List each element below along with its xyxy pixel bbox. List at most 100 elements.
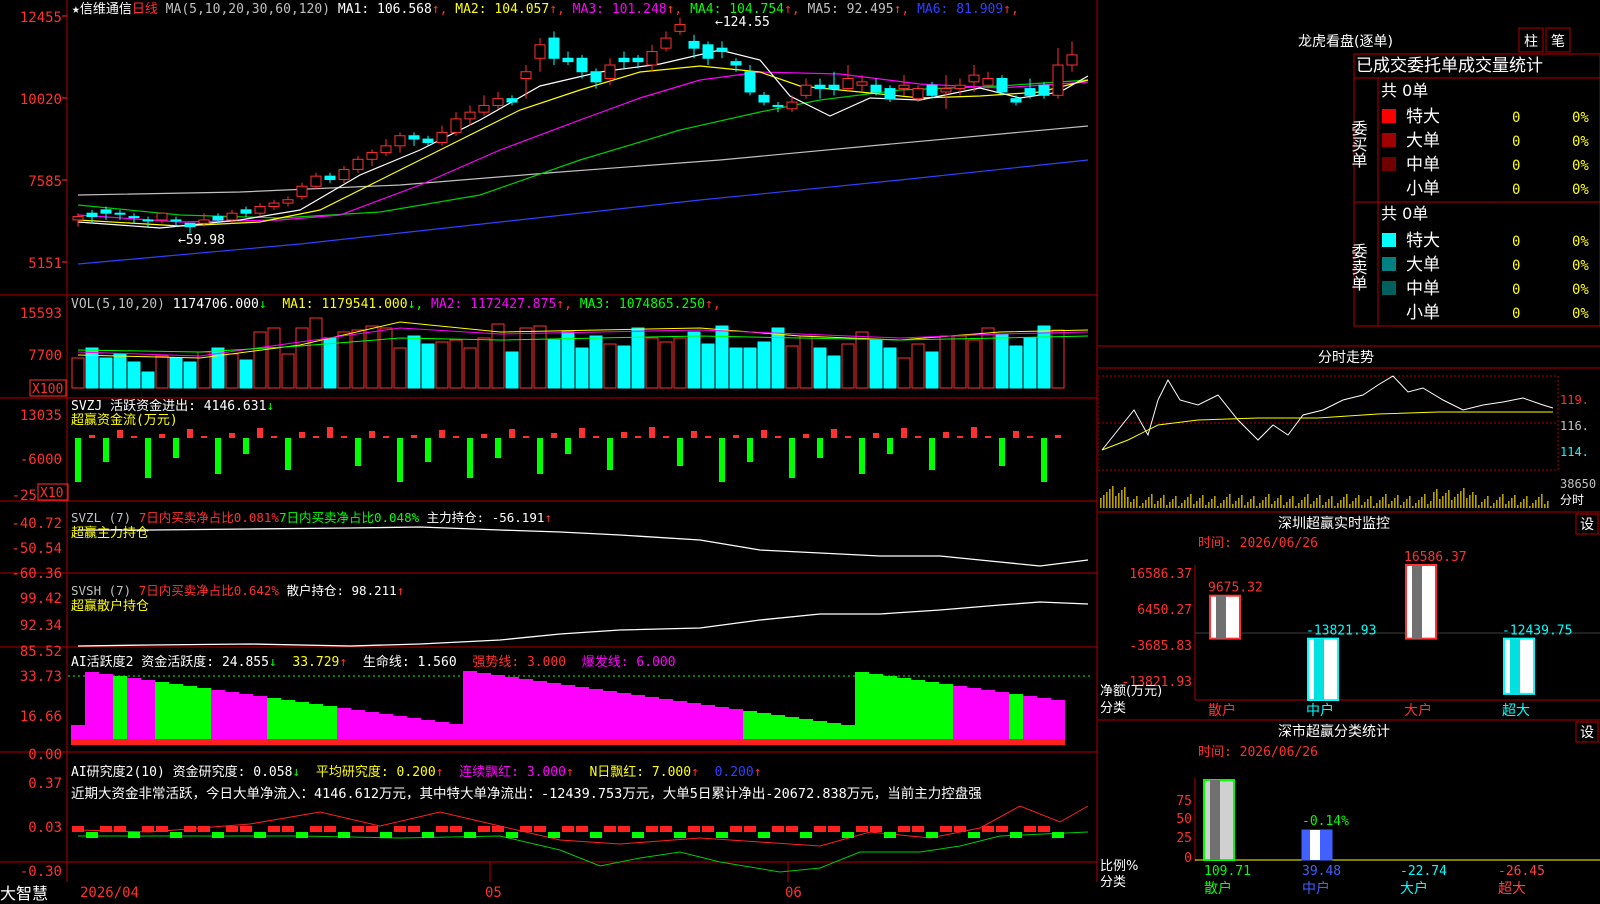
sz-monitor-bar-shade (1510, 638, 1520, 694)
order-color-swatch (1382, 281, 1396, 295)
candle-body (870, 84, 882, 93)
volume-bar (435, 341, 449, 389)
volume-bar (309, 317, 323, 389)
minute-volume-bar (1280, 495, 1282, 508)
candle-body (618, 57, 630, 63)
volume-bar (267, 327, 281, 389)
volume-bar (127, 361, 141, 389)
sz-monitor-category: 散户 (1208, 702, 1236, 719)
ai-research-bar (310, 826, 322, 832)
ai-research-bar (534, 826, 546, 832)
ai-activity-bar (505, 677, 519, 745)
ai-activity-base (267, 739, 281, 745)
minute-volume-bar (1451, 500, 1453, 508)
minute-volume-bar (1247, 502, 1249, 508)
minute-volume-bar (1265, 497, 1267, 508)
ai-res-tick: 0.03 (28, 820, 62, 836)
ai-activity-base (519, 739, 533, 745)
ai-act-tick: 16.66 (20, 709, 62, 725)
ai-activity-bar (253, 696, 267, 745)
candle-body (1024, 88, 1036, 96)
sz-class-xlabel: 分类 (1100, 875, 1126, 890)
ai-research-bar (968, 832, 980, 838)
ai-research-bar (338, 832, 350, 838)
volume-bar (407, 335, 421, 389)
volume-bar (827, 355, 841, 389)
candle-body (996, 77, 1008, 93)
candle-body (786, 101, 798, 110)
candle-body (128, 216, 140, 219)
svzj-bar (537, 438, 543, 474)
minute-volume-bar (1490, 506, 1492, 508)
chart-area[interactable]: ★信维通信日线 MA(5,10,20,30,60,120) MA1: 106.5… (0, 0, 1098, 903)
dragon-tab-label: 已成交委托单成交量统计 (1356, 56, 1543, 76)
minute-volume-bar (1511, 498, 1513, 508)
sz-monitor-bar-shade (1216, 595, 1226, 639)
ai-activity-base (491, 739, 505, 745)
minute-volume-bar (1106, 492, 1108, 508)
ai-activity-bar (981, 690, 995, 745)
ai-activity-bar (127, 678, 141, 745)
candle-body (968, 74, 980, 83)
ai-activity-bar (1009, 694, 1023, 745)
ai-activity-base (1051, 739, 1065, 745)
ai-activity-bar (995, 692, 1009, 745)
minute-volume-bar (1406, 499, 1408, 508)
volume-bar (365, 325, 379, 389)
buy-total: 共 0单 (1381, 81, 1428, 100)
svzj-sub: 超赢资金流(万元) (71, 412, 178, 428)
ai-activity-bar (659, 699, 673, 745)
volume-bar (967, 339, 981, 389)
candle-body (912, 88, 924, 100)
ai-activity-bar (547, 683, 561, 745)
ai-activity-base (967, 739, 981, 745)
minute-volume-bar (1268, 494, 1270, 508)
ma1-value: MA1: 106.568↑, (338, 2, 448, 17)
stock-title: ★信维通信日线 MA(5,10,20,30,60,120) MA1: 106.5… (72, 2, 1019, 17)
minute-volume-bar (1127, 497, 1129, 508)
ai-research-bar (1052, 832, 1064, 838)
date-axis: 2026/04 05 06 (80, 885, 802, 901)
minute-volume-bar (1349, 504, 1351, 508)
order-count: 0 (1512, 306, 1520, 322)
candlesticks[interactable] (72, 17, 1078, 234)
ai-activity-base (71, 739, 85, 745)
ai-activity-base (813, 739, 827, 745)
svzj-bar (355, 438, 361, 466)
svzj-bar (705, 436, 711, 438)
minute-volume-bar (1526, 496, 1528, 508)
candle-body (1038, 84, 1050, 96)
minute-volume-bar (1166, 505, 1168, 508)
candle-body (702, 44, 714, 59)
ai-research-bar (436, 826, 448, 832)
minute-volume-bar (1253, 496, 1255, 508)
volume-bar (477, 337, 491, 389)
volume-bar (449, 339, 463, 389)
minute-volume-bar (1337, 503, 1339, 508)
candle-body (380, 145, 392, 154)
minute-volume-bar (1391, 501, 1393, 508)
candle-body (436, 131, 448, 143)
vol-unit: X100 (32, 382, 63, 397)
candle-body (100, 209, 112, 214)
sz-monitor-ylabel: 净额(万元) (1100, 684, 1162, 699)
svzj-bar (929, 438, 935, 470)
vol-tick: 15593 (20, 306, 62, 322)
volume-bar (393, 347, 407, 389)
order-percent: 0% (1572, 306, 1589, 322)
minute-volume-bar (1217, 506, 1219, 508)
minute-volume-bar (1541, 494, 1543, 508)
candle-body (352, 158, 364, 170)
main-chart-svg[interactable]: ★信维通信日线 MA(5,10,20,30,60,120) MA1: 106.5… (0, 0, 1098, 901)
ai-activity-base (575, 739, 589, 745)
ai-activity-bar (141, 680, 155, 745)
volume-bar (981, 327, 995, 389)
candle-body (156, 212, 168, 221)
sell-total: 共 0单 (1381, 204, 1428, 223)
svzj-bar (397, 438, 403, 482)
ai-activity-bar (113, 676, 127, 745)
ai-activity-bar (225, 692, 239, 745)
sz-class-bars: 109.71散户 -0.14% 39.48中户 -22.74大户 -26.45 超大 (1203, 779, 1545, 897)
svsh-tick: 92.34 (20, 618, 62, 634)
ai-research-bar (884, 832, 896, 838)
